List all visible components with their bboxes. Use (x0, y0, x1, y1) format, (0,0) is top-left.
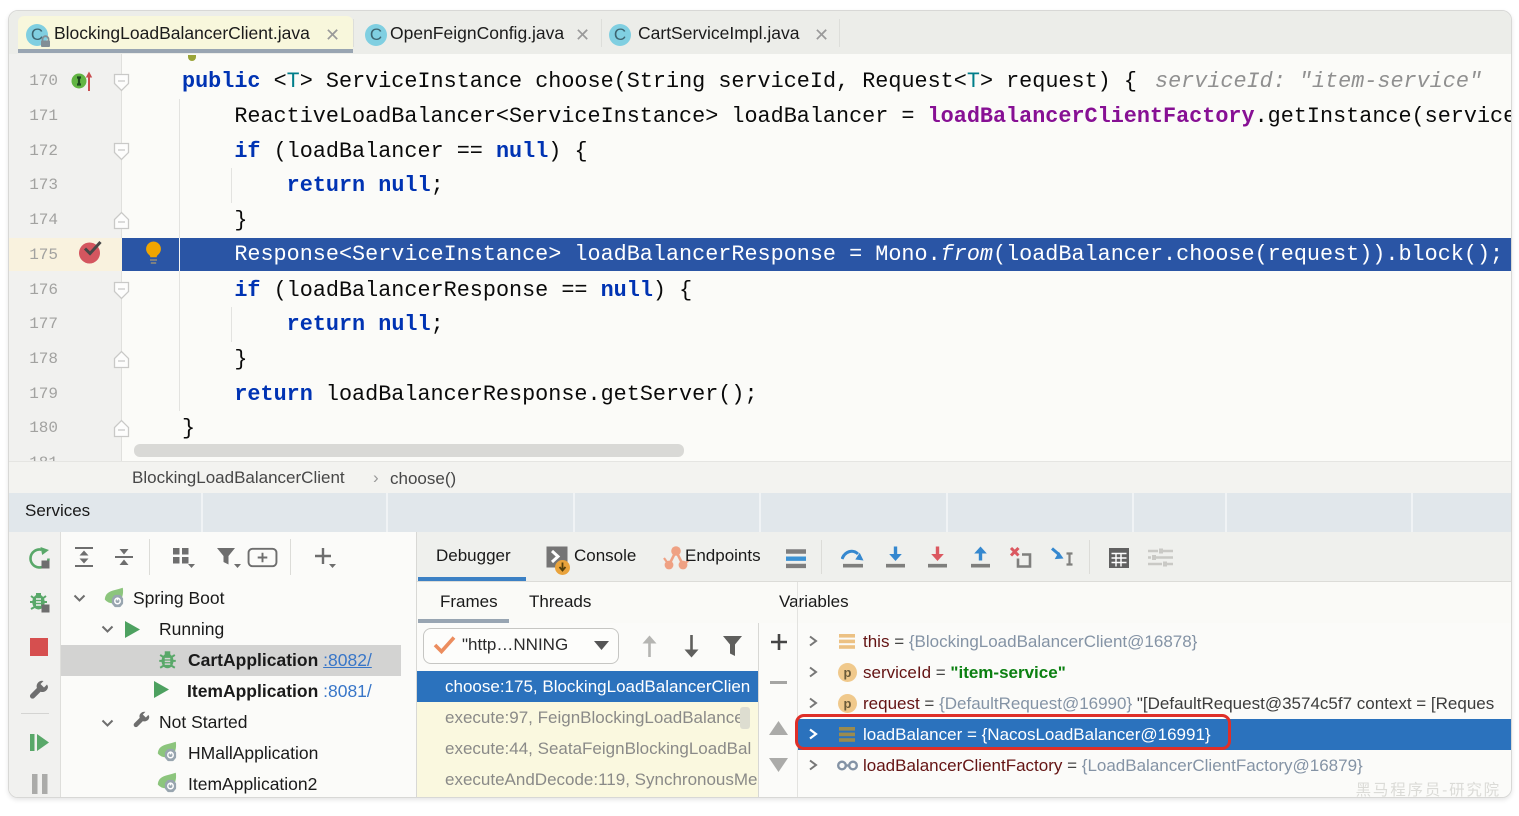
svg-text:p: p (844, 665, 852, 680)
svg-text:p: p (844, 696, 852, 711)
